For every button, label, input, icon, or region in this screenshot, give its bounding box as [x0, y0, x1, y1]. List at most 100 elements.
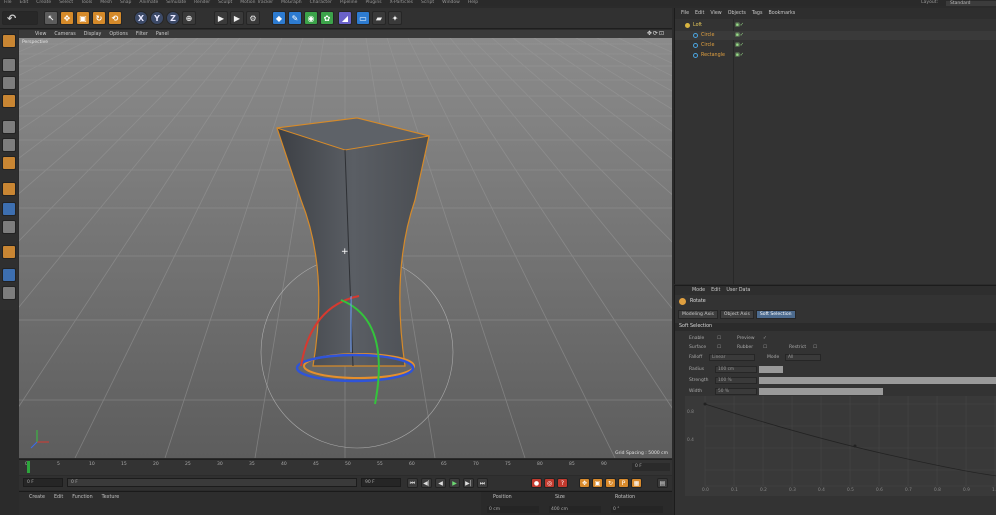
surface-checkbox[interactable]: ☐ [717, 345, 721, 350]
key-parameter-button[interactable]: P [618, 478, 629, 488]
visibility-toggle-icon[interactable]: ▣✓ [735, 31, 744, 40]
render-settings-icon[interactable]: ⚙ [246, 11, 260, 25]
preview-checkbox[interactable]: ✓ [763, 336, 767, 341]
menu-animate[interactable]: Animate [135, 0, 162, 6]
menu-edit[interactable]: Edit [16, 0, 33, 6]
timeline-layout-button[interactable]: ▤ [657, 478, 668, 488]
layout-dropdown[interactable]: Standard [946, 0, 996, 6]
viewport-menu-filter[interactable]: Filter [132, 32, 152, 37]
size-x-field[interactable]: 400 cm [549, 506, 601, 513]
key-position-button[interactable]: ✥ [579, 478, 590, 488]
key-scale-button[interactable]: ▣ [592, 478, 603, 488]
material-menu-function[interactable]: Function [72, 495, 92, 500]
object-row-rectangle[interactable]: Rectangle ▣✓ [675, 51, 996, 60]
rubber-checkbox[interactable]: ☐ [763, 345, 767, 350]
object-menu-edit[interactable]: Edit [692, 11, 707, 16]
visibility-toggle-icon[interactable]: ▣✓ [735, 21, 744, 30]
viewport-menu-view[interactable]: View [31, 32, 50, 37]
material-menu-texture[interactable]: Texture [102, 495, 120, 500]
snap-icon[interactable] [2, 220, 16, 234]
perspective-viewport[interactable]: + View Cameras Display Options Filter Panel ✥⟳… [19, 30, 672, 458]
model-mode-icon[interactable] [2, 58, 16, 72]
goto-end-button[interactable]: ⏭ [477, 478, 488, 488]
viewport-menu-cameras[interactable]: Cameras [50, 32, 79, 37]
rotation-h-field[interactable]: 0 ° [611, 506, 663, 513]
object-menu-tags[interactable]: Tags [749, 11, 766, 16]
width-slider[interactable] [759, 388, 883, 395]
key-pla-button[interactable]: ▦ [631, 478, 642, 488]
subdivision-surface-icon[interactable]: ◉ [304, 11, 318, 25]
object-row-circle[interactable]: Circle ▣✓ [675, 31, 996, 40]
current-frame-field[interactable]: 0 F [23, 478, 63, 487]
menu-render[interactable]: Render [190, 0, 214, 6]
move-tool-icon[interactable]: ✥ [60, 11, 74, 25]
camera-object-icon[interactable]: ▰ [372, 11, 386, 25]
viewport-menu-display[interactable]: Display [80, 32, 106, 37]
keyframe-selection-button[interactable]: ? [557, 478, 568, 488]
pen-spline-icon[interactable]: ✎ [288, 11, 302, 25]
position-x-field[interactable]: 0 cm [487, 506, 539, 513]
object-menu-view[interactable]: View [707, 11, 724, 16]
width-field[interactable]: 50 % [715, 388, 757, 395]
cube-object-icon[interactable]: ◆ [272, 11, 286, 25]
menu-help[interactable]: Help [464, 0, 482, 6]
attribute-menu-mode[interactable]: Mode [689, 288, 708, 293]
snap-settings-icon[interactable] [2, 245, 16, 259]
scale-tool-icon[interactable]: ▣ [76, 11, 90, 25]
radius-field[interactable]: 100 cm [715, 366, 757, 373]
falloff-graph[interactable]: 0.8 0.4 0.0 0.1 0.2 0.3 0.4 0.5 0.6 0.7 0.8 0.9 1.0 [685, 396, 996, 496]
points-mode-icon[interactable] [2, 120, 16, 134]
make-editable-icon[interactable] [2, 34, 16, 48]
rotate-tool-icon[interactable]: ↻ [92, 11, 106, 25]
play-backward-button[interactable]: ◀ [435, 478, 446, 488]
menu-x-particles[interactable]: X-Particles [386, 0, 417, 6]
material-menu-create[interactable]: Create [29, 495, 45, 500]
viewport-nav-icons[interactable]: ✥⟳⊡ [643, 30, 669, 37]
bend-deformer-icon[interactable]: ◢ [338, 11, 352, 25]
key-rotation-button[interactable]: ↻ [605, 478, 616, 488]
next-key-button[interactable]: ▶| [463, 478, 474, 488]
object-menu-file[interactable]: File [678, 11, 692, 16]
visibility-toggle-icon[interactable]: ▣✓ [735, 51, 744, 60]
object-row-loft[interactable]: Loft ▣✓ [675, 21, 996, 30]
viewport-menu-panel[interactable]: Panel [152, 32, 173, 37]
viewport-menu-options[interactable]: Options [105, 32, 132, 37]
quantize-icon[interactable] [2, 286, 16, 300]
play-forward-button[interactable]: ▶ [449, 478, 460, 488]
menu-simulate[interactable]: Simulate [162, 0, 190, 6]
layout-switcher[interactable]: Layout: Standard [917, 0, 996, 6]
menu-mograph[interactable]: MoGraph [277, 0, 305, 6]
autokey-button[interactable]: ◎ [544, 478, 555, 488]
workplane-lock-icon[interactable] [2, 268, 16, 282]
enable-checkbox[interactable]: ☐ [717, 336, 721, 341]
attribute-menu-user-data[interactable]: User Data [723, 288, 753, 293]
timeline-ruler[interactable]: 051015202530354045505560657075808590 [25, 462, 612, 471]
falloff-dropdown[interactable]: Linear [709, 354, 755, 361]
menu-character[interactable]: Character [306, 0, 336, 6]
strength-slider[interactable] [759, 377, 996, 384]
timeline-end-field[interactable]: 0 F [632, 463, 670, 471]
end-frame-field[interactable]: 90 F [361, 478, 401, 487]
frame-range-slider[interactable]: 0 F [67, 478, 357, 487]
menu-plugins[interactable]: Plugins [361, 0, 385, 6]
live-selection-tool-icon[interactable]: ↖ [44, 11, 58, 25]
render-view-icon[interactable]: ▶ [214, 11, 228, 25]
array-generator-icon[interactable]: ✿ [320, 11, 334, 25]
render-picture-viewer-icon[interactable]: ▶ [230, 11, 244, 25]
axis-mode-icon[interactable] [2, 182, 16, 196]
menu-window[interactable]: Window [438, 0, 464, 6]
floor-object-icon[interactable]: ▭ [356, 11, 370, 25]
material-menu-edit[interactable]: Edit [54, 495, 63, 500]
object-row-circle[interactable]: Circle ▣✓ [675, 41, 996, 50]
attribute-menu-edit[interactable]: Edit [708, 288, 723, 293]
undo-icon[interactable]: ↶ [2, 11, 38, 25]
visibility-toggle-icon[interactable]: ▣✓ [735, 41, 744, 50]
goto-start-button[interactable]: ⏮ [407, 478, 418, 488]
menu-create[interactable]: Create [32, 0, 55, 6]
coordinate-system-icon[interactable]: ⊕ [182, 11, 196, 25]
object-menu-objects[interactable]: Objects [725, 11, 749, 16]
polygons-mode-icon[interactable] [2, 156, 16, 170]
menu-pipeline[interactable]: Pipeline [336, 0, 362, 6]
light-object-icon[interactable]: ✦ [388, 11, 402, 25]
edges-mode-icon[interactable] [2, 138, 16, 152]
